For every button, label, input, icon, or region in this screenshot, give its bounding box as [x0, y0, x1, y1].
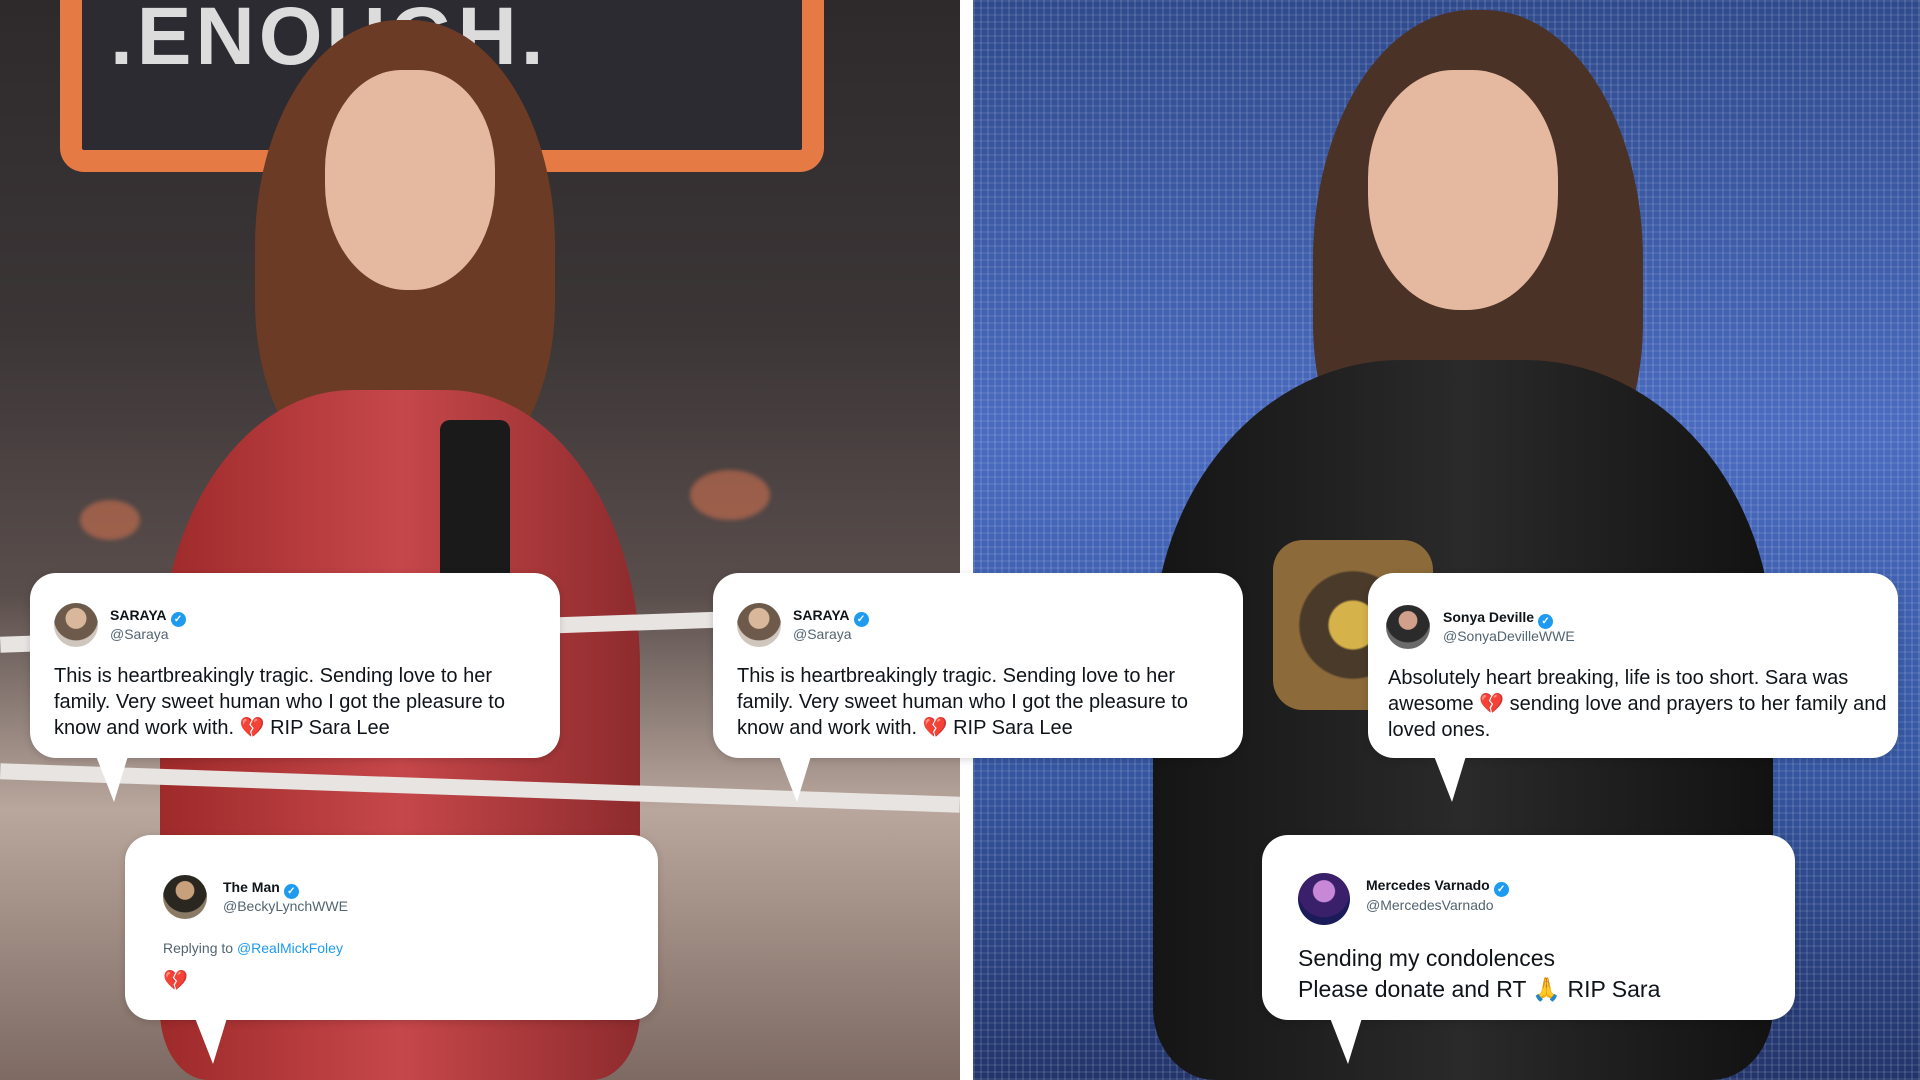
tweet-text: Absolutely heart breaking, life is too s…	[1388, 667, 1887, 741]
handle: @BeckyLynchWWE	[223, 898, 348, 914]
person-face	[325, 70, 495, 290]
tweet-card-mercedes-varnado[interactable]: Mercedes Varnado ✓ @MercedesVarnado Sendi…	[1262, 835, 1795, 1064]
tweet-card-the-man[interactable]: The Man ✓ @BeckyLynchWWE Replying to @Rea…	[125, 835, 658, 1064]
tweet-text: This is heartbreakingly tragic. Sending …	[54, 665, 505, 739]
speech-bubble-tail	[1330, 1018, 1362, 1064]
handle: @MercedesVarnado	[1366, 897, 1494, 913]
tweet-text-line: Please donate and RT 🙏 RIP Sara	[1298, 976, 1661, 1002]
display-name: The Man ✓	[223, 879, 299, 899]
avatar	[163, 875, 207, 919]
tweet-card-saraya-center[interactable]: SARAYA ✓ @Saraya This is heartbreakingly …	[713, 573, 1243, 802]
handle: @Saraya	[793, 626, 852, 642]
background-light	[80, 500, 140, 540]
replying-to: Replying to @RealMickFoley	[163, 940, 343, 956]
speech-bubble-tail	[195, 1018, 227, 1064]
display-name: Mercedes Varnado ✓	[1366, 877, 1509, 897]
display-name: Sonya Deville ✓	[1443, 609, 1554, 629]
tweet-text: Sending my condolences Please donate and…	[1298, 943, 1778, 1005]
verified-badge-icon: ✓	[1493, 882, 1509, 897]
tweet-text-line: Sending my condolences	[1298, 945, 1555, 971]
display-name: SARAYA ✓	[793, 607, 869, 627]
display-name: SARAYA ✓	[110, 607, 186, 627]
avatar	[737, 603, 781, 647]
microphone	[440, 420, 510, 590]
speech-bubble-tail	[779, 756, 811, 802]
speech-bubble-tail	[1434, 756, 1466, 802]
reply-mention-link[interactable]: @RealMickFoley	[237, 940, 343, 956]
tweet-text: This is heartbreakingly tragic. Sending …	[737, 665, 1188, 739]
verified-badge-icon: ✓	[283, 884, 299, 899]
person-face	[1368, 70, 1558, 310]
avatar	[1298, 873, 1350, 925]
photo-divider	[960, 0, 973, 1080]
verified-badge-icon: ✓	[853, 612, 869, 627]
speech-bubble-tail	[96, 756, 128, 802]
verified-badge-icon: ✓	[1538, 614, 1554, 629]
tweet-card-sonya-deville[interactable]: Sonya Deville ✓ @SonyaDevilleWWE Absolute…	[1368, 573, 1898, 802]
handle: @SonyaDevilleWWE	[1443, 628, 1575, 644]
background-light	[690, 470, 770, 520]
handle: @Saraya	[110, 626, 169, 642]
tweet-text: 💔	[163, 970, 188, 992]
avatar	[54, 603, 98, 647]
verified-badge-icon: ✓	[170, 612, 186, 627]
avatar	[1386, 605, 1430, 649]
tweet-card-saraya-left[interactable]: SARAYA ✓ @Saraya This is heartbreakingly …	[30, 573, 560, 802]
